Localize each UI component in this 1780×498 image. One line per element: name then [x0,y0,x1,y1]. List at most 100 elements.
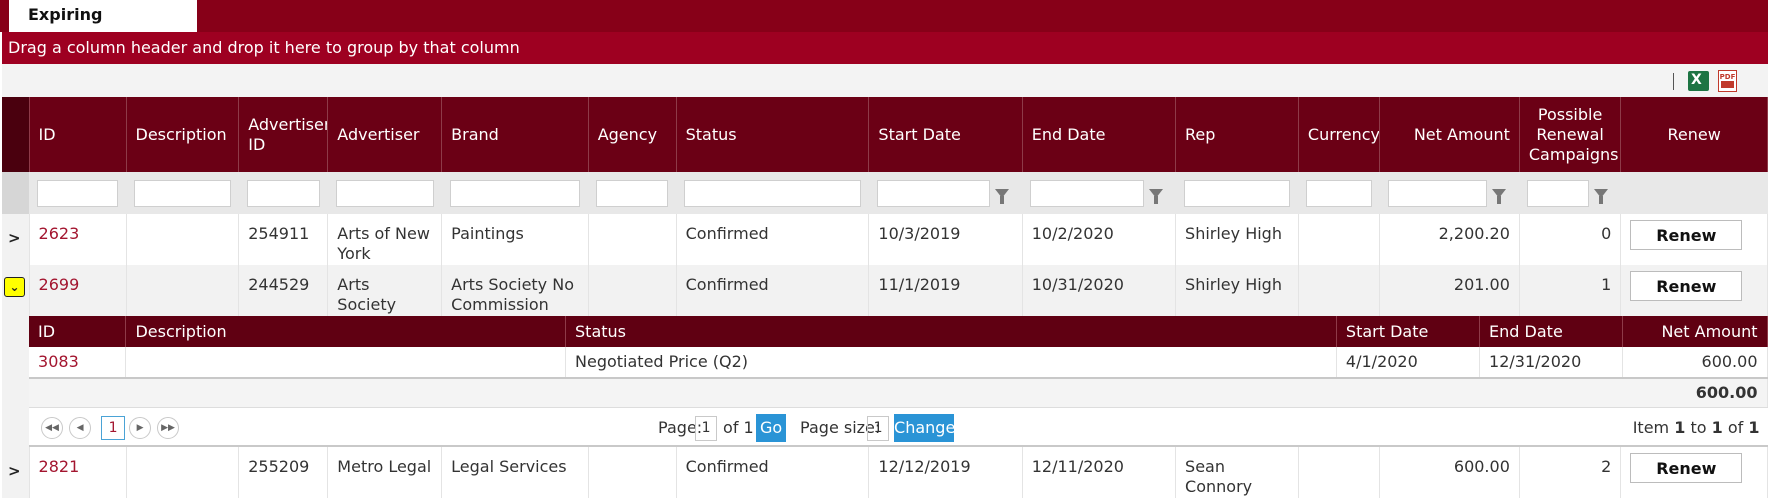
page-input[interactable]: 1 [695,416,718,441]
filter-row [2,172,1768,214]
col-header-brand[interactable]: Brand [441,97,589,172]
detail-id-link[interactable]: 3083 [38,352,79,371]
col-header-status[interactable]: Status [676,97,870,172]
renew-button[interactable]: Renew [1630,271,1743,301]
detail-col-header-end-date[interactable]: End Date [1479,316,1624,347]
cell-agency [588,447,677,498]
campaigns-grid: ID Description Advertiser ID Advertiser … [2,97,1768,498]
table-row[interactable]: ⌄ 2699 244529 Arts Society Arts Society … [2,265,1768,316]
pdf-icon[interactable]: PDF [1718,70,1737,92]
cell-advertiser: Metro Legal [327,447,443,498]
group-by-panel[interactable]: Drag a column header and drop it here to… [2,32,1768,64]
filter-input-advertiser[interactable] [335,180,434,207]
cell-start-date: 10/3/2019 [868,214,1023,265]
campaign-id-link[interactable]: 2623 [39,224,80,243]
renew-button[interactable]: Renew [1630,220,1743,250]
filter-input-start-date[interactable] [876,180,991,207]
cell-possible-renewal: 2 [1519,447,1622,498]
col-header-possible-renewal[interactable]: Possible Renewal Campaigns [1519,97,1622,172]
last-page-icon[interactable]: ▶▶ [157,417,180,439]
cell-description [126,214,240,265]
campaign-id-link[interactable]: 2699 [39,275,80,294]
toolbar-separator [1673,73,1674,90]
tab-expiring-campaigns[interactable]: Expiring Campaigns [9,0,197,54]
detail-table-row[interactable]: 3083 Negotiated Price (Q2) 4/1/2020 12/3… [29,347,1768,378]
campaign-id-link[interactable]: 2821 [39,457,80,476]
detail-col-header-net-amount[interactable]: Net Amount [1622,316,1768,347]
current-page-number[interactable]: 1 [101,416,126,440]
col-header-id[interactable]: ID [29,97,127,172]
detail-table: ID Description Status Start Date End Dat… [29,316,1768,407]
cell-status: Confirmed [676,265,870,316]
tabstrip: Expiring Campaigns [0,0,1768,54]
filter-input-brand[interactable] [449,180,581,207]
filter-input-advertiser-id[interactable] [246,180,320,207]
table-row[interactable]: > 2821 255209 Metro Legal Legal Services… [2,447,1768,498]
cell-end-date: 10/2/2020 [1022,214,1177,265]
col-header-start-date[interactable]: Start Date [868,97,1023,172]
detail-cell-end-date: 12/31/2020 [1479,347,1624,378]
excel-icon[interactable]: X [1688,71,1709,91]
detail-total: 600.00 [29,377,1768,407]
filter-funnel-icon[interactable] [1589,180,1613,207]
filter-expand-cell [2,172,30,214]
filter-input-net-amount[interactable] [1387,180,1488,207]
col-header-end-date[interactable]: End Date [1022,97,1177,172]
expand-row-chevron-right-icon[interactable]: > [8,228,28,248]
detail-cell-net-amount: 600.00 [1622,347,1768,378]
detail-cell-start-date: 4/1/2020 [1336,347,1481,378]
filter-funnel-icon[interactable] [1144,180,1168,207]
col-header-rep[interactable]: Rep [1175,97,1299,172]
expand-row-chevron-right-icon[interactable]: > [8,461,28,481]
detail-col-header-start-date[interactable]: Start Date [1336,316,1481,347]
expand-column-header [2,97,30,172]
filter-funnel-icon[interactable] [990,180,1014,207]
cell-possible-renewal: 0 [1519,214,1622,265]
col-header-agency[interactable]: Agency [588,97,677,172]
col-header-net-amount[interactable]: Net Amount [1379,97,1520,172]
filter-funnel-icon[interactable] [1487,180,1511,207]
cell-start-date: 11/1/2019 [868,265,1023,316]
cell-advertiser-id: 244529 [238,265,329,316]
table-row[interactable]: > 2623 254911 Arts of New York Paintings… [2,214,1768,265]
detail-indent-cell [2,316,30,447]
collapse-row-chevron-down-icon[interactable]: ⌄ [4,277,25,297]
cell-possible-renewal: 1 [1519,265,1622,316]
cell-end-date: 12/11/2020 [1022,447,1177,498]
col-header-description[interactable]: Description [126,97,240,172]
filter-input-description[interactable] [134,180,231,207]
col-header-currency[interactable]: Currency [1298,97,1381,172]
first-page-icon[interactable]: ◀◀ [41,417,64,439]
cell-rep: Shirley High [1175,214,1299,265]
cell-agency [588,214,677,265]
page-size-input[interactable]: 1 [867,416,890,441]
filter-input-currency[interactable] [1306,180,1372,207]
filter-input-rep[interactable] [1183,180,1291,207]
detail-col-header-id[interactable]: ID [29,316,127,347]
detail-row: ID Description Status Start Date End Dat… [2,316,1768,447]
detail-footer-row: 600.00 [29,377,1768,407]
page-of-label: of 1 [723,418,754,437]
change-page-size-button[interactable]: Change [894,414,955,442]
filter-input-agency[interactable] [596,180,669,207]
col-header-renew[interactable]: Renew [1620,97,1768,172]
col-header-advertiser-id[interactable]: Advertiser ID [238,97,329,172]
detail-col-header-status[interactable]: Status [565,316,1337,347]
filter-input-possible-renewal[interactable] [1527,180,1589,207]
cell-start-date: 12/12/2019 [868,447,1023,498]
cell-currency [1298,447,1381,498]
cell-advertiser-id: 254911 [238,214,329,265]
filter-input-status[interactable] [684,180,861,207]
renew-button[interactable]: Renew [1630,453,1743,483]
cell-status: Confirmed [676,447,870,498]
cell-description [126,265,240,316]
filter-input-end-date[interactable] [1030,180,1144,207]
next-page-icon[interactable]: ▶ [129,417,152,439]
filter-input-id[interactable] [37,180,118,207]
detail-col-header-description[interactable]: Description [125,316,567,347]
col-header-advertiser[interactable]: Advertiser [327,97,443,172]
prev-page-icon[interactable]: ◀ [69,417,92,439]
cell-description [126,447,240,498]
go-button[interactable]: Go [756,414,787,442]
cell-brand: Paintings [441,214,589,265]
